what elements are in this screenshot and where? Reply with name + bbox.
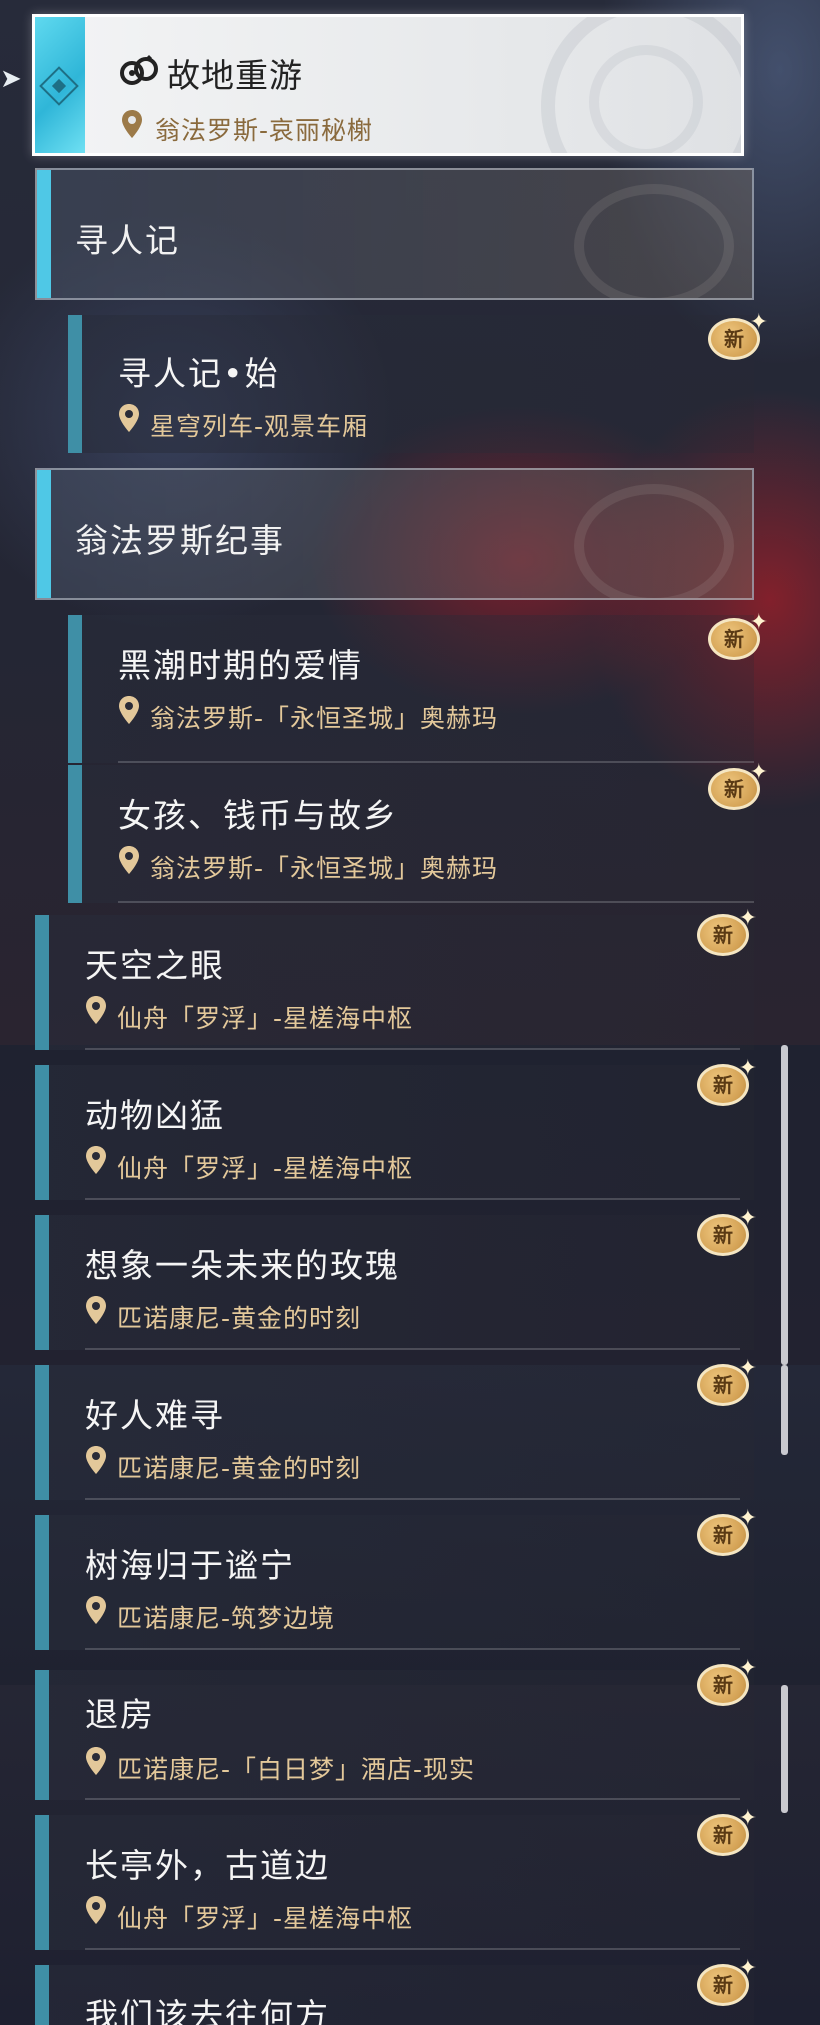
new-badge-icon: 新 ✦ bbox=[708, 762, 768, 812]
location-pin-icon bbox=[119, 846, 139, 874]
item-panel bbox=[82, 615, 754, 763]
new-badge-icon: 新 ✦ bbox=[697, 908, 757, 958]
quest-title: 女孩、钱币与故乡 bbox=[118, 796, 398, 835]
new-badge-icon: 新 ✦ bbox=[697, 1658, 757, 1708]
diamond-icon bbox=[39, 66, 79, 106]
quest-title: 天空之眼 bbox=[85, 946, 225, 985]
location-pin-icon bbox=[86, 1747, 106, 1775]
new-badge-icon: 新 ✦ bbox=[697, 1808, 757, 1858]
companion-quest-icon bbox=[120, 55, 158, 85]
item-divider bbox=[85, 1348, 740, 1350]
item-divider bbox=[85, 1798, 740, 1800]
quest-group-header[interactable]: 翁法罗斯纪事 bbox=[35, 468, 754, 600]
quest-list-item[interactable]: 黑潮时期的爱情 翁法罗斯-「永恒圣城」奥赫玛 bbox=[68, 615, 754, 763]
group-title: 翁法罗斯纪事 bbox=[75, 521, 285, 560]
quest-location: 匹诺康尼-黄金的时刻 bbox=[117, 1454, 362, 1483]
item-accent-bar bbox=[68, 765, 82, 903]
quest-list-item[interactable]: 好人难寻 匹诺康尼-黄金的时刻 bbox=[35, 1365, 754, 1500]
selected-quest-location: 翁法罗斯-哀丽秘榭 bbox=[155, 116, 374, 145]
new-badge-icon: 新 ✦ bbox=[708, 312, 768, 362]
quest-title: 长亭外，古道边 bbox=[85, 1846, 330, 1885]
location-pin-icon bbox=[86, 1896, 106, 1924]
quest-location: 匹诺康尼-筑梦边境 bbox=[117, 1604, 336, 1633]
selected-quest-title: 故地重游 bbox=[167, 56, 303, 95]
quest-list-item[interactable]: 女孩、钱币与故乡 翁法罗斯-「永恒圣城」奥赫玛 bbox=[68, 765, 754, 903]
item-divider bbox=[85, 1948, 740, 1950]
group-emblem-icon bbox=[574, 484, 734, 598]
quest-title: 黑潮时期的爱情 bbox=[118, 646, 363, 685]
quest-title: 寻人记•始 bbox=[118, 354, 280, 393]
item-accent-bar bbox=[35, 1515, 49, 1650]
item-divider bbox=[85, 1048, 740, 1050]
quest-location: 翁法罗斯-「永恒圣城」奥赫玛 bbox=[150, 854, 499, 883]
new-badge-icon: 新 ✦ bbox=[697, 1058, 757, 1108]
quest-list-item[interactable]: 天空之眼 仙舟「罗浮」-星槎海中枢 bbox=[35, 915, 754, 1050]
emblem-watermark-icon bbox=[541, 17, 741, 153]
quest-group-header[interactable]: 寻人记 bbox=[35, 168, 754, 300]
scrollbar[interactable] bbox=[781, 1365, 788, 1455]
location-pin-icon bbox=[122, 110, 142, 138]
new-badge-icon: 新 ✦ bbox=[697, 1508, 757, 1558]
quest-location: 星穹列车-观景车厢 bbox=[150, 412, 369, 441]
quest-title: 好人难寻 bbox=[85, 1396, 225, 1435]
quest-location: 翁法罗斯-「永恒圣城」奥赫玛 bbox=[150, 704, 499, 733]
item-accent-bar bbox=[35, 1065, 49, 1200]
quest-title: 我们该去往何方 bbox=[85, 1996, 330, 2025]
new-badge-icon: 新 ✦ bbox=[708, 612, 768, 662]
item-divider bbox=[85, 1498, 740, 1500]
selected-quest-card[interactable]: 故地重游 翁法罗斯-哀丽秘榭 bbox=[32, 14, 744, 156]
quest-location: 匹诺康尼-「白日梦」酒店-现实 bbox=[117, 1755, 476, 1784]
quest-title: 树海归于谧宁 bbox=[85, 1546, 295, 1585]
scrollbar[interactable] bbox=[781, 1685, 788, 1813]
quest-list-item[interactable]: 想象一朵未来的玫瑰 匹诺康尼-黄金的时刻 bbox=[35, 1215, 754, 1350]
group-title: 寻人记 bbox=[75, 221, 180, 260]
group-accent-bar bbox=[37, 470, 51, 598]
new-badge-icon: 新 ✦ bbox=[697, 1208, 757, 1258]
location-pin-icon bbox=[119, 404, 139, 432]
scrollbar[interactable] bbox=[781, 1045, 788, 1365]
item-divider bbox=[85, 1648, 740, 1650]
item-accent-bar bbox=[35, 1215, 49, 1350]
group-accent-bar bbox=[37, 170, 51, 298]
quest-list-item[interactable]: 我们该去往何方 bbox=[35, 1965, 754, 2025]
quest-location: 仙舟「罗浮」-星槎海中枢 bbox=[117, 1904, 414, 1933]
item-divider bbox=[85, 1198, 740, 1200]
item-accent-bar bbox=[35, 1815, 49, 1950]
quest-list-item[interactable]: 长亭外，古道边 仙舟「罗浮」-星槎海中枢 bbox=[35, 1815, 754, 1950]
location-pin-icon bbox=[119, 696, 139, 724]
item-accent-bar bbox=[35, 1965, 49, 2025]
new-badge-icon: 新 ✦ bbox=[697, 1358, 757, 1408]
item-divider bbox=[118, 901, 754, 903]
quest-title: 动物凶猛 bbox=[85, 1096, 225, 1135]
item-accent-bar bbox=[68, 315, 82, 453]
selection-arrow-icon: ➤ bbox=[0, 64, 22, 94]
quest-title: 退房 bbox=[85, 1695, 155, 1734]
item-divider bbox=[118, 761, 754, 763]
quest-location: 匹诺康尼-黄金的时刻 bbox=[117, 1304, 362, 1333]
location-pin-icon bbox=[86, 996, 106, 1024]
location-pin-icon bbox=[86, 1296, 106, 1324]
quest-location: 仙舟「罗浮」-星槎海中枢 bbox=[117, 1004, 414, 1033]
item-accent-bar bbox=[35, 1365, 49, 1500]
item-accent-bar bbox=[35, 915, 49, 1050]
group-emblem-icon bbox=[574, 184, 734, 298]
quest-list-item[interactable]: 退房 匹诺康尼-「白日梦」酒店-现实 bbox=[35, 1670, 754, 1800]
location-pin-icon bbox=[86, 1596, 106, 1624]
item-accent-bar bbox=[35, 1670, 49, 1800]
quest-list-item[interactable]: 树海归于谧宁 匹诺康尼-筑梦边境 bbox=[35, 1515, 754, 1650]
quest-title: 想象一朵未来的玫瑰 bbox=[85, 1246, 400, 1285]
quest-list-item[interactable]: 寻人记•始 星穹列车-观景车厢 bbox=[68, 315, 754, 453]
item-accent-bar bbox=[68, 615, 82, 763]
new-badge-icon: 新 ✦ bbox=[697, 1958, 757, 2008]
quest-location: 仙舟「罗浮」-星槎海中枢 bbox=[117, 1154, 414, 1183]
location-pin-icon bbox=[86, 1146, 106, 1174]
quest-list-item[interactable]: 动物凶猛 仙舟「罗浮」-星槎海中枢 bbox=[35, 1065, 754, 1200]
selected-accent-strip bbox=[35, 17, 85, 153]
location-pin-icon bbox=[86, 1446, 106, 1474]
